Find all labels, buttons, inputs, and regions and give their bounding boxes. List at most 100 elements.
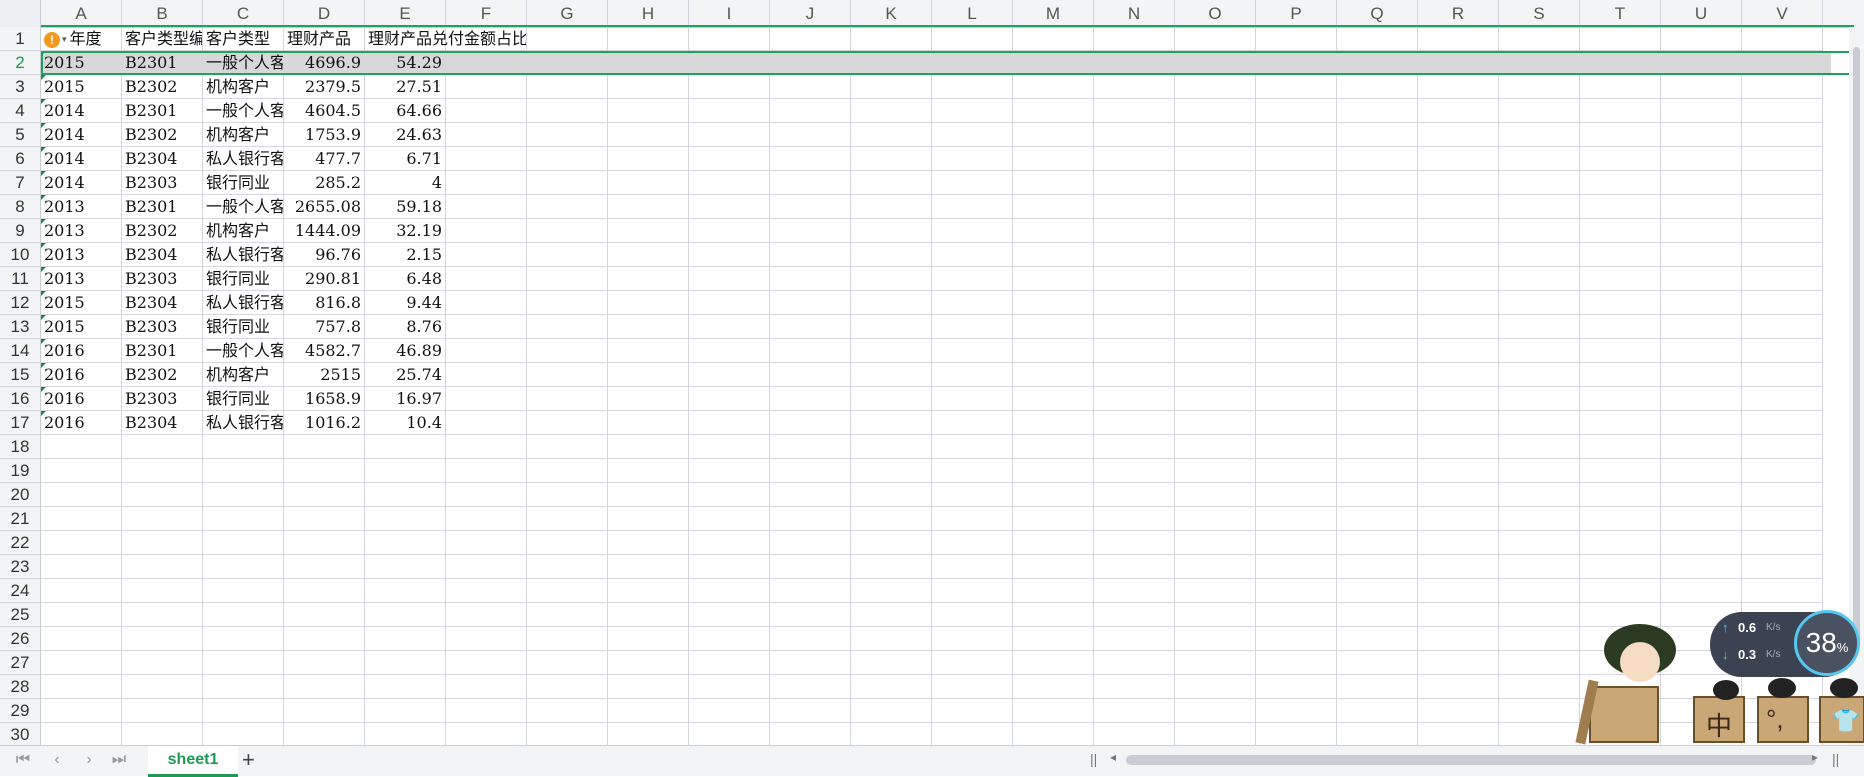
cell[interactable] [446, 387, 527, 411]
cell[interactable] [851, 411, 932, 435]
cell[interactable] [608, 627, 689, 651]
first-sheet-icon[interactable]: ⏮ [12, 751, 34, 769]
cell[interactable] [932, 579, 1013, 603]
cell[interactable] [446, 723, 527, 745]
cell[interactable] [1661, 171, 1742, 195]
cell[interactable] [1499, 531, 1580, 555]
cell[interactable] [1742, 219, 1823, 243]
column-header[interactable]: O [1175, 0, 1256, 27]
cell[interactable]: 757.8 [284, 315, 365, 339]
cell[interactable] [1013, 579, 1094, 603]
cell[interactable] [41, 579, 122, 603]
cell[interactable] [932, 435, 1013, 459]
cell[interactable] [689, 555, 770, 579]
cell[interactable] [1013, 315, 1094, 339]
cell[interactable] [284, 555, 365, 579]
cell[interactable] [527, 603, 608, 627]
cell[interactable] [1580, 147, 1661, 171]
network-speed-widget[interactable]: ↑ 0.6 K/s ↓ 0.3 K/s 38% [1710, 610, 1860, 677]
cell[interactable] [689, 651, 770, 675]
cell[interactable] [1580, 267, 1661, 291]
cell[interactable] [1175, 435, 1256, 459]
cell[interactable]: 一般个人客户 [203, 99, 284, 123]
column-header[interactable]: R [1418, 0, 1499, 27]
cell[interactable] [770, 411, 851, 435]
row-header[interactable]: 18 [0, 435, 41, 459]
cell[interactable]: 8.76 [365, 315, 446, 339]
cell[interactable] [1418, 531, 1499, 555]
cell[interactable] [1580, 243, 1661, 267]
cell[interactable] [1580, 411, 1661, 435]
cell[interactable] [608, 723, 689, 745]
cell[interactable] [770, 291, 851, 315]
cell[interactable] [1580, 27, 1661, 51]
cell[interactable] [1013, 411, 1094, 435]
cell[interactable] [851, 675, 932, 699]
cell[interactable] [1742, 507, 1823, 531]
column-header[interactable]: V [1742, 0, 1823, 27]
horizontal-scroll-thumb[interactable] [1126, 755, 1816, 765]
cell[interactable] [41, 531, 122, 555]
cell[interactable]: 2013 [41, 195, 122, 219]
cell[interactable] [203, 507, 284, 531]
cell[interactable] [608, 363, 689, 387]
cell[interactable] [365, 435, 446, 459]
cell[interactable] [1013, 195, 1094, 219]
cell[interactable] [1418, 147, 1499, 171]
cell[interactable] [1094, 651, 1175, 675]
cell[interactable] [770, 51, 851, 75]
cell[interactable]: 2014 [41, 171, 122, 195]
cell[interactable] [1256, 651, 1337, 675]
column-header[interactable]: M [1013, 0, 1094, 27]
cell[interactable]: 32.19 [365, 219, 446, 243]
split-handle-right-icon[interactable]: || [1832, 751, 1839, 767]
row-header[interactable]: 8 [0, 195, 41, 219]
cell[interactable] [770, 603, 851, 627]
cell[interactable] [1661, 411, 1742, 435]
row-header[interactable]: 1 [0, 27, 41, 51]
cell[interactable] [1499, 339, 1580, 363]
cell[interactable] [851, 651, 932, 675]
cell[interactable] [608, 315, 689, 339]
cell[interactable]: 10.4 [365, 411, 446, 435]
cell[interactable] [1499, 507, 1580, 531]
cell[interactable]: 1753.9 [284, 123, 365, 147]
cell[interactable] [1661, 147, 1742, 171]
cell[interactable] [851, 123, 932, 147]
column-header[interactable]: T [1580, 0, 1661, 27]
cell[interactable] [1580, 219, 1661, 243]
cell[interactable] [1175, 171, 1256, 195]
cell[interactable] [1013, 627, 1094, 651]
cell[interactable] [1499, 723, 1580, 745]
cell[interactable] [203, 723, 284, 745]
cell[interactable] [1742, 579, 1823, 603]
cell[interactable] [851, 507, 932, 531]
cell[interactable] [122, 603, 203, 627]
cell[interactable] [1094, 435, 1175, 459]
cell[interactable] [1175, 675, 1256, 699]
cell[interactable] [1094, 339, 1175, 363]
cell[interactable] [1256, 699, 1337, 723]
cell[interactable] [1418, 459, 1499, 483]
cell[interactable] [527, 723, 608, 745]
cell[interactable]: 27.51 [365, 75, 446, 99]
row-header[interactable]: 15 [0, 363, 41, 387]
cell[interactable] [1175, 195, 1256, 219]
cell[interactable] [1337, 651, 1418, 675]
cell[interactable]: 4604.5 [284, 99, 365, 123]
cell[interactable] [1499, 699, 1580, 723]
cell[interactable] [932, 99, 1013, 123]
cell[interactable] [203, 675, 284, 699]
cell[interactable] [1094, 195, 1175, 219]
cell[interactable] [284, 723, 365, 745]
cell[interactable]: B2302 [122, 75, 203, 99]
cell[interactable] [1418, 75, 1499, 99]
cell[interactable] [284, 675, 365, 699]
cell[interactable] [41, 555, 122, 579]
cell[interactable] [1499, 315, 1580, 339]
cell[interactable] [1742, 267, 1823, 291]
cell[interactable] [851, 627, 932, 651]
cell[interactable] [1013, 675, 1094, 699]
ime-chinese-key[interactable]: 中 [1706, 706, 1732, 743]
cell[interactable] [1418, 363, 1499, 387]
